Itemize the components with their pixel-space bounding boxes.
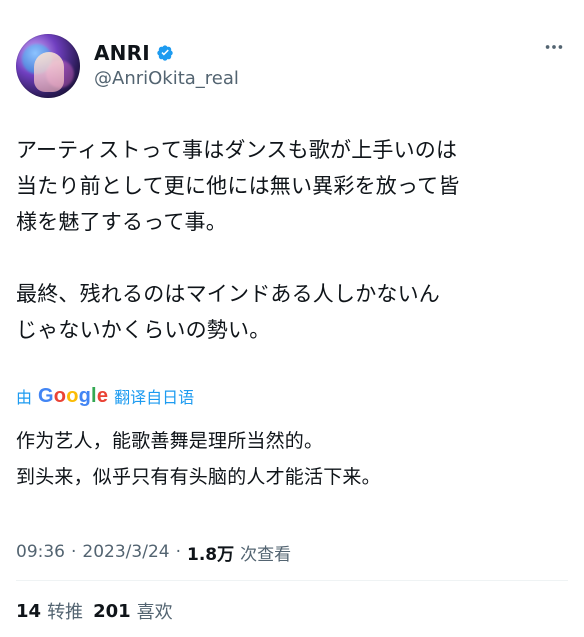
- avatar[interactable]: [16, 34, 80, 98]
- translation-prefix: 由: [16, 388, 33, 407]
- google-logo: G o o g l e: [38, 384, 109, 407]
- avatar-figure: [34, 52, 64, 92]
- view-count-label[interactable]: 次查看: [240, 540, 291, 565]
- translated-text: 作为艺人，能歌善舞是理所当然的。 到头来，似乎只有有头脑的人才能活下来。: [16, 430, 381, 488]
- more-horizontal-icon: [543, 36, 565, 62]
- tweet-meta: 09:36 · 2023/3/24 · 1.8万 次查看: [16, 538, 291, 566]
- retweet-label: 转推: [47, 602, 84, 623]
- retweets-stat[interactable]: 14 转推: [16, 598, 83, 624]
- engagement-stats: 14 转推 201 喜欢: [16, 596, 173, 626]
- meta-separator: ·: [71, 542, 77, 562]
- tweet: ANRI @AnriOkita_real アーティストって事はダンスも歌が上手い…: [0, 0, 584, 637]
- author-handle[interactable]: @AnriOkita_real: [94, 68, 239, 89]
- view-count[interactable]: 1.8万: [187, 540, 234, 565]
- retweet-count: 14: [16, 600, 42, 622]
- verified-badge-icon: [156, 44, 174, 62]
- like-count: 201: [93, 600, 131, 622]
- like-label: 喜欢: [136, 602, 173, 623]
- tweet-time[interactable]: 09:36: [16, 542, 65, 562]
- more-options-button[interactable]: [540, 38, 568, 60]
- tweet-date[interactable]: 2023/3/24: [82, 542, 169, 562]
- translation-suffix: 翻译自日语: [114, 388, 195, 407]
- author-name-row: ANRI: [94, 41, 174, 65]
- divider: [16, 580, 568, 581]
- meta-separator: ·: [175, 542, 181, 562]
- tweet-text: アーティストって事はダンスも歌が上手いのは 当たり前として更に他には無い異彩を放…: [16, 138, 460, 342]
- author-display-name[interactable]: ANRI: [94, 41, 150, 65]
- tweet-header: ANRI @AnriOkita_real: [16, 26, 568, 104]
- likes-stat[interactable]: 201 喜欢: [93, 598, 173, 624]
- translation-attribution[interactable]: 由 G o o g l e 翻译自日语: [16, 382, 194, 410]
